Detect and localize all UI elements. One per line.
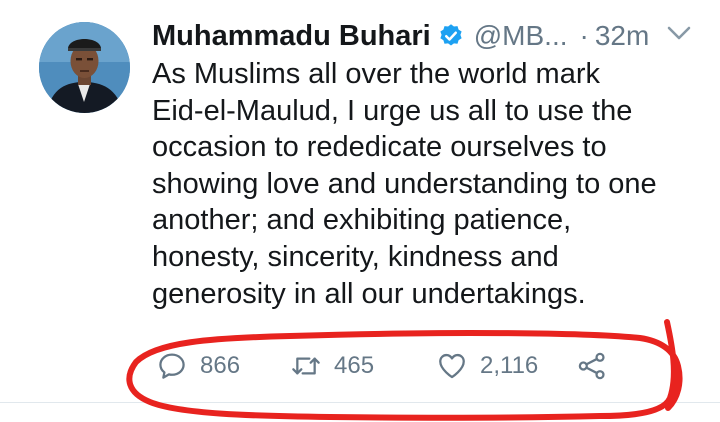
tweet-text-line: another; and exhibiting patience,	[152, 204, 572, 237]
tweet-header: Muhammadu Buhari @MB... · 32m	[152, 16, 649, 56]
avatar-photo	[39, 22, 130, 113]
tweet-text-line: Eid-el-Maulud, I urge us all to use the	[152, 94, 633, 127]
tweet-text-line: generosity in all our undertakings.	[152, 277, 586, 310]
reply-icon	[159, 353, 185, 379]
tweet-card[interactable]: Muhammadu Buhari @MB... · 32m As Muslims…	[0, 0, 720, 422]
heart-icon	[439, 353, 465, 379]
avatar[interactable]	[39, 22, 130, 113]
divider	[0, 402, 720, 403]
reply-count: 866	[200, 352, 241, 379]
author-handle[interactable]: @MB...	[474, 20, 568, 52]
verified-badge-icon	[438, 23, 464, 49]
tweet-text-line: As Muslims all over the world mark	[152, 58, 600, 90]
retweet-button[interactable]: 465	[290, 346, 374, 386]
tweet-text: As Muslims all over the world mark Eid-e…	[152, 56, 697, 312]
tweet-text-line: showing love and understanding to one	[152, 167, 657, 200]
retweet-count: 465	[334, 352, 375, 379]
tweet-text-line: occasion to rededicate ourselves to	[152, 131, 607, 164]
tweet-text-line: honesty, sincerity, kindness and	[152, 240, 559, 273]
tweet-timestamp[interactable]: 32m	[595, 20, 649, 52]
like-button[interactable]: 2,116	[436, 346, 538, 386]
share-icon	[578, 352, 605, 380]
retweet-icon	[292, 357, 320, 375]
reply-button[interactable]: 866	[156, 346, 240, 386]
like-count: 2,116	[480, 352, 539, 379]
author-name[interactable]: Muhammadu Buhari	[152, 20, 431, 53]
share-button[interactable]	[576, 346, 608, 386]
separator-dot: ·	[579, 20, 589, 51]
chevron-down-icon[interactable]	[666, 24, 692, 42]
